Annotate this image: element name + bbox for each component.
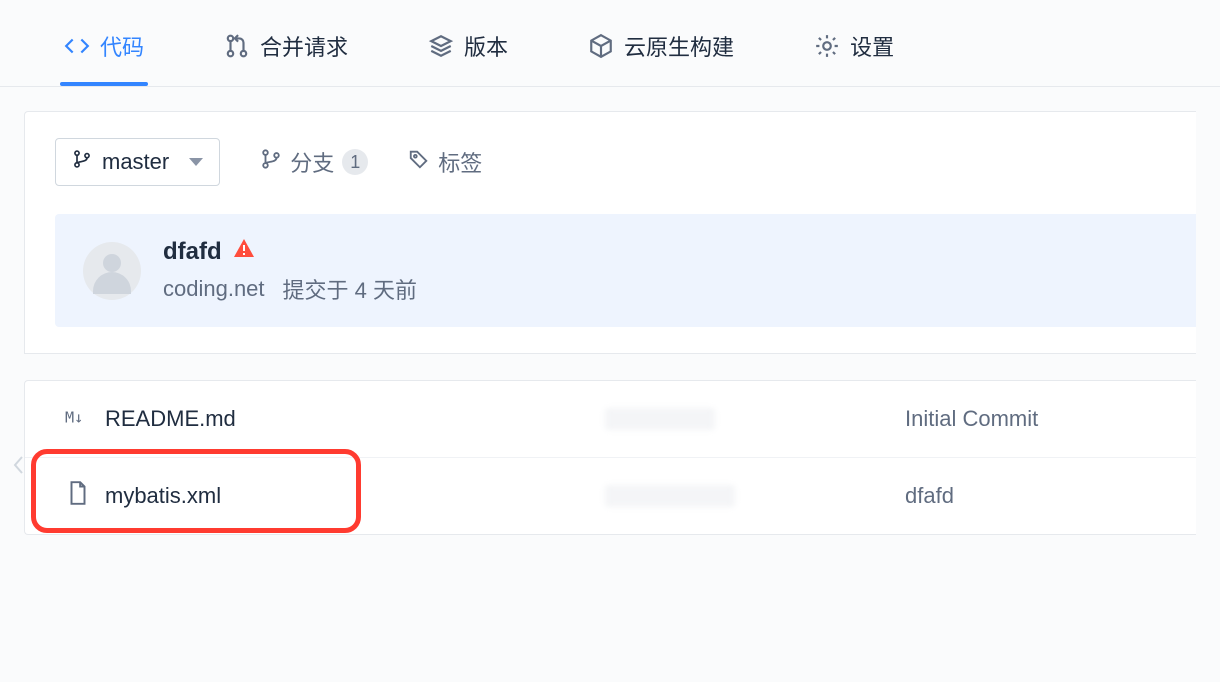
tags-label: 标签 [438,146,482,178]
file-icon [65,480,91,512]
svg-text:M↓: M↓ [65,409,83,427]
warning-icon [232,236,256,267]
code-icon [64,33,90,59]
tab-settings-label: 设置 [850,30,894,62]
tab-releases-label: 版本 [464,30,508,62]
file-commit-message: Initial Commit [905,406,1038,432]
chevron-down-icon [189,158,203,166]
blurred-content [605,408,715,430]
branch-picker-label: master [102,149,169,175]
commit-title: dfafd [163,238,222,266]
file-list: M↓ README.md Initial Commit mybatis.xml … [24,380,1196,535]
commit-info: dfafd coding.net 提交于 4 天前 [163,236,417,305]
file-row[interactable]: mybatis.xml dfafd [25,457,1196,534]
branch-panel: master 分支 1 标签 dfafd [24,111,1196,354]
cube-icon [588,33,614,59]
branches-label: 分支 [290,146,334,178]
commit-title-row: dfafd [163,236,417,267]
branch-icon [72,149,92,175]
avatar [83,242,141,300]
file-name: mybatis.xml [105,483,221,509]
branches-count-badge: 1 [342,149,368,175]
gear-icon [814,33,840,59]
repo-tabs: 代码 合并请求 版本 云原生构建 设置 [0,0,1220,87]
tab-releases[interactable]: 版本 [424,20,512,86]
commit-meta: coding.net 提交于 4 天前 [163,273,417,305]
collapse-arrow-icon[interactable] [13,455,25,480]
tab-cloud-build-label: 云原生构建 [624,30,734,62]
tab-merge-requests[interactable]: 合并请求 [220,20,352,86]
commit-time: 提交于 4 天前 [283,273,418,305]
blurred-content [605,485,735,507]
file-name: README.md [105,406,236,432]
layers-icon [428,33,454,59]
file-row[interactable]: M↓ README.md Initial Commit [25,381,1196,457]
tab-merge-requests-label: 合并请求 [260,30,348,62]
branch-toolbar: master 分支 1 标签 [55,138,1196,186]
tab-code[interactable]: 代码 [60,20,148,86]
branch-picker[interactable]: master [55,138,220,186]
branch-icon [260,148,282,176]
branches-link[interactable]: 分支 1 [260,146,368,178]
tags-link[interactable]: 标签 [408,146,482,178]
tab-settings[interactable]: 设置 [810,20,898,86]
file-commit-message: dfafd [905,483,954,509]
tab-cloud-build[interactable]: 云原生构建 [584,20,738,86]
tab-code-label: 代码 [100,30,144,62]
commit-author: coding.net [163,276,265,302]
tag-icon [408,148,430,176]
merge-request-icon [224,33,250,59]
latest-commit-box[interactable]: dfafd coding.net 提交于 4 天前 [55,214,1196,327]
markdown-icon: M↓ [65,403,91,435]
